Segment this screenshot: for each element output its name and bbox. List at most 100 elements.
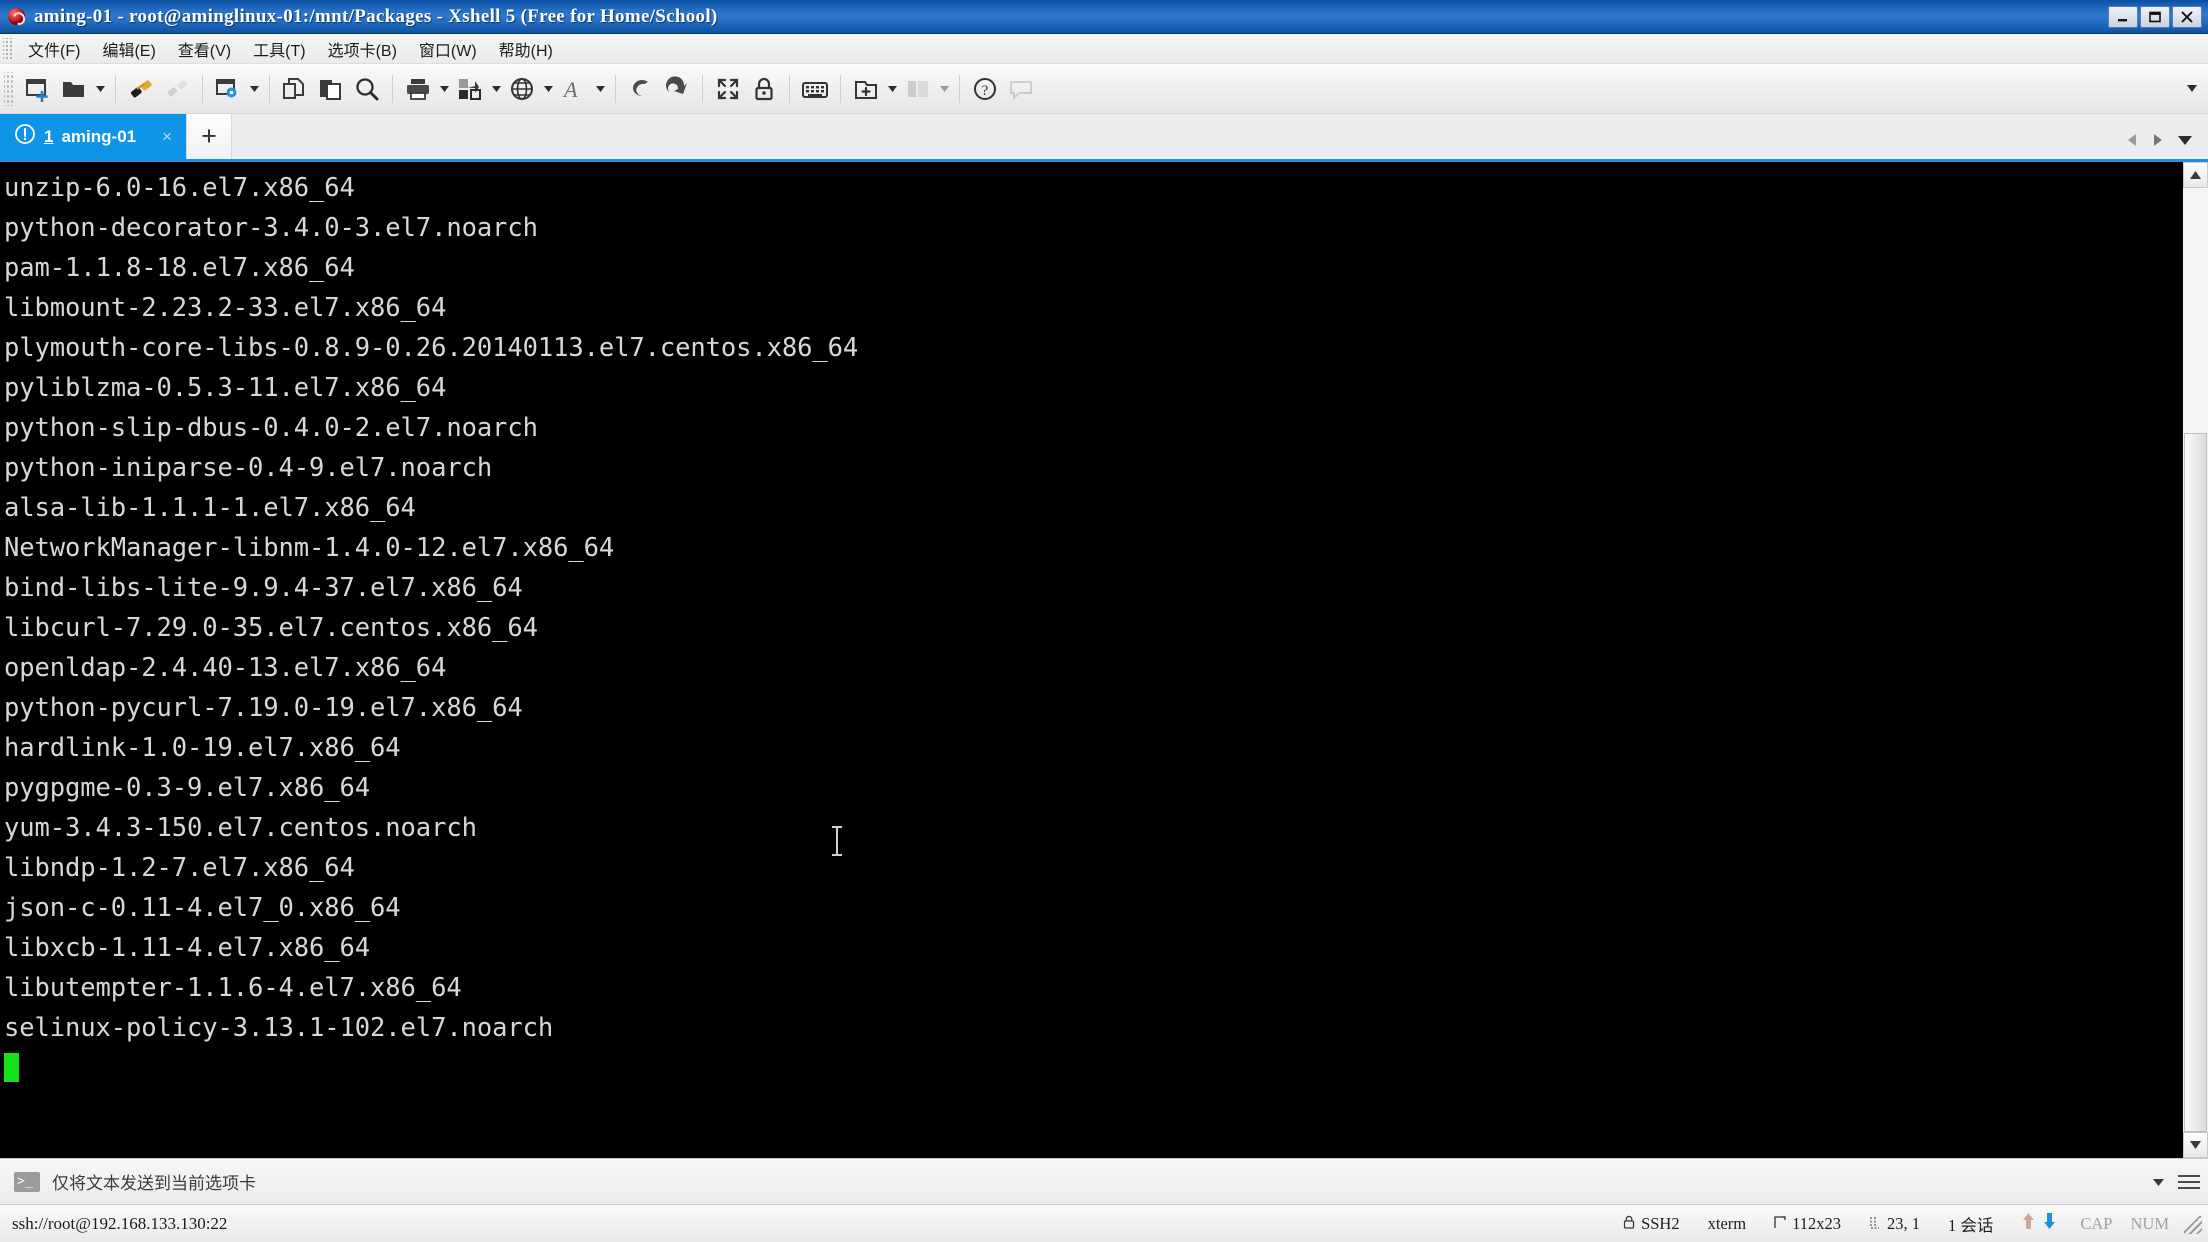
terminal-line: python-iniparse-0.4-9.el7.noarch [4, 453, 493, 483]
new-folder-dropdown-icon[interactable] [884, 71, 900, 107]
scroll-thumb[interactable] [2184, 433, 2207, 1132]
print-dropdown-icon[interactable] [436, 71, 452, 107]
menu-file[interactable]: 文件(F) [17, 33, 91, 65]
position-icon [1869, 1214, 1881, 1234]
hamburger-menu-icon[interactable] [2176, 1169, 2202, 1195]
status-terminal-type-label: xterm [1707, 1213, 1747, 1233]
lock-icon [1623, 1214, 1635, 1234]
terminal-line: json-c-0.11-4.el7_0.x86_64 [4, 893, 401, 923]
status-caps-lock: CAP [2080, 1213, 2113, 1233]
layout-icon[interactable] [900, 71, 936, 107]
terminal-line: pam-1.1.8-18.el7.x86_64 [4, 253, 355, 283]
window-controls [2108, 6, 2206, 28]
toolbar-grip[interactable] [4, 71, 14, 106]
file-transfer-dropdown-icon[interactable] [488, 71, 504, 107]
chevron-down-icon[interactable] [2141, 1173, 2176, 1191]
terminal-screen[interactable]: unzip-6.0-16.el7.x86_64 python-decorator-… [0, 162, 2182, 1158]
terminal-line: python-slip-dbus-0.4.0-2.el7.noarch [4, 413, 538, 443]
tab-index: 1 [44, 126, 54, 146]
toolbar-overflow-icon[interactable] [2184, 78, 2200, 100]
disconnect-icon[interactable] [159, 71, 195, 107]
terminal-line: libutempter-1.1.6-4.el7.x86_64 [4, 973, 462, 1003]
copy-icon[interactable] [277, 71, 313, 107]
terminal-line: bind-libs-lite-9.9.4-37.el7.x86_64 [4, 573, 523, 603]
connect-icon[interactable] [123, 71, 159, 107]
lock-icon[interactable] [746, 71, 782, 107]
help-icon[interactable]: ? [967, 71, 1003, 107]
terminal-line: alsa-lib-1.1.1-1.el7.x86_64 [4, 493, 416, 523]
menu-tabs[interactable]: 选项卡(B) [317, 33, 408, 65]
toolbar-separator [615, 74, 616, 103]
svg-text:A: A [562, 77, 578, 102]
tab-bar: 1 aming-01 × + [0, 114, 2208, 162]
terminal-line: yum-3.4.3-150.el7.centos.noarch [4, 813, 477, 843]
status-session-count-label: 1 会话 [1948, 1215, 1994, 1235]
terminal-line: libxcb-1.11-4.el7.x86_64 [4, 933, 371, 963]
open-folder-dropdown-icon[interactable] [92, 71, 108, 107]
tab-list-icon[interactable] [2178, 135, 2192, 145]
status-screen-size: 112x23 [1760, 1214, 1855, 1234]
new-session-icon[interactable] [20, 71, 56, 107]
terminal-line: plymouth-core-libs-0.8.9-0.26.20140113.e… [4, 333, 859, 363]
session-properties-icon[interactable] [210, 71, 246, 107]
find-icon[interactable] [349, 71, 385, 107]
print-icon[interactable] [400, 71, 436, 107]
terminal-line: hardlink-1.0-19.el7.x86_64 [4, 733, 401, 763]
web-browser-dropdown-icon[interactable] [540, 71, 556, 107]
scroll-down-icon[interactable] [2183, 1132, 2208, 1158]
terminal-line: libmount-2.23.2-33.el7.x86_64 [4, 293, 447, 323]
next-tab-icon[interactable] [2152, 133, 2164, 147]
status-num-lock: NUM [2130, 1213, 2169, 1233]
menu-view[interactable]: 查看(V) [167, 33, 242, 65]
terminal-line: pygpgme-0.3-9.el7.x86_64 [4, 773, 371, 803]
terminal-prompt-icon: >_ [14, 1171, 40, 1192]
terminal-line: NetworkManager-libnm-1.4.0-12.el7.x86_64 [4, 533, 615, 563]
maximize-button[interactable] [2140, 6, 2170, 28]
prev-tab-icon[interactable] [2126, 133, 2138, 147]
upload-arrow-icon [2021, 1212, 2036, 1235]
paste-icon[interactable] [313, 71, 349, 107]
toolbar-separator [392, 74, 393, 103]
toolbar-separator [789, 74, 790, 103]
menu-help[interactable]: 帮助(H) [488, 33, 564, 65]
keyboard-icon[interactable] [797, 71, 833, 107]
status-bar: ssh://root@192.168.133.130:22 SSH2 xterm [0, 1204, 2208, 1242]
compose-bar-icon[interactable] [623, 71, 659, 107]
scroll-up-icon[interactable] [2183, 162, 2208, 188]
minimize-button[interactable] [2108, 6, 2138, 28]
warning-icon [14, 123, 36, 150]
status-cursor-position-label: 23, 1 [1887, 1213, 1920, 1233]
tab-close-icon[interactable]: × [160, 128, 174, 145]
menubar-grip[interactable] [3, 37, 13, 60]
new-folder-icon[interactable] [848, 71, 884, 107]
font-dropdown-icon[interactable] [592, 71, 608, 107]
menu-tools[interactable]: 工具(T) [242, 33, 316, 65]
send-text-bar[interactable]: >_ 仅将文本发送到当前选项卡 [0, 1158, 2208, 1204]
close-button[interactable] [2172, 6, 2202, 28]
file-transfer-icon[interactable] [452, 71, 488, 107]
open-folder-icon[interactable] [56, 71, 92, 107]
menu-edit[interactable]: 编辑(E) [91, 33, 166, 65]
new-tab-button[interactable]: + [186, 114, 232, 159]
terminal-area: unzip-6.0-16.el7.x86_64 python-decorator-… [0, 162, 2208, 1158]
menu-window[interactable]: 窗口(W) [408, 33, 488, 65]
status-terminal-type: xterm [1694, 1214, 1761, 1234]
status-screen-size-label: 112x23 [1792, 1213, 1841, 1233]
layout-dropdown-icon[interactable] [936, 71, 952, 107]
send-text-label: 仅将文本发送到当前选项卡 [52, 1174, 256, 1193]
web-browser-icon[interactable] [504, 71, 540, 107]
terminal-line: openldap-2.4.40-13.el7.x86_64 [4, 653, 447, 683]
session-properties-dropdown-icon[interactable] [246, 71, 262, 107]
toolbar-separator [840, 74, 841, 103]
fullscreen-icon[interactable] [710, 71, 746, 107]
terminal-cursor [4, 1053, 19, 1082]
terminal-line: unzip-6.0-16.el7.x86_64 [4, 173, 355, 203]
terminal-scrollbar[interactable] [2182, 162, 2208, 1158]
tab-aming-01[interactable]: 1 aming-01 × [0, 114, 186, 159]
font-icon[interactable]: A [556, 71, 592, 107]
scrollbar-track[interactable] [2183, 188, 2208, 1132]
terminal-line: python-decorator-3.4.0-3.el7.noarch [4, 213, 538, 243]
resize-grip-icon[interactable] [2184, 1215, 2202, 1234]
quick-command-icon[interactable] [659, 71, 695, 107]
chat-icon[interactable] [1003, 71, 1039, 107]
